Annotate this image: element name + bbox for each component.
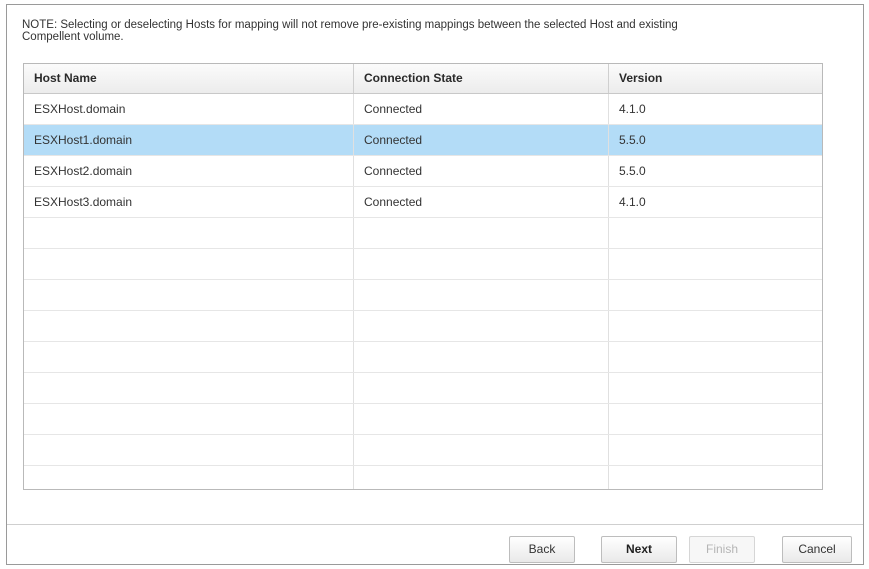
- empty-cell: [609, 404, 822, 434]
- version-cell: 5.5.0: [619, 164, 646, 178]
- host-name-cell: ESXHost3.domain: [24, 187, 354, 217]
- empty-table-row: [24, 373, 822, 404]
- empty-cell: [354, 404, 609, 434]
- back-button[interactable]: Back: [509, 536, 575, 563]
- column-header-connection-state[interactable]: Connection State: [354, 64, 609, 93]
- empty-cell: [24, 280, 354, 310]
- empty-table-row: [24, 249, 822, 280]
- hosts-table: Host Name Connection State Version ESXHo…: [23, 63, 823, 490]
- empty-cell: [24, 249, 354, 279]
- finish-button: Finish: [689, 536, 755, 563]
- empty-cell: [609, 435, 822, 465]
- empty-table-row: [24, 404, 822, 435]
- host-name-cell: ESXHost2.domain: [24, 156, 354, 186]
- table-row[interactable]: ESXHost3.domain Connected 4.1.0: [24, 187, 822, 218]
- empty-table-row: [24, 466, 822, 489]
- empty-cell: [354, 311, 609, 341]
- next-button[interactable]: Next: [601, 536, 677, 563]
- version-cell: 4.1.0: [619, 102, 646, 116]
- empty-table-row: [24, 280, 822, 311]
- host-name-cell: ESXHost.domain: [24, 94, 354, 124]
- connection-state-cell: Connected: [354, 187, 609, 217]
- connection-state-cell: Connected: [354, 94, 609, 124]
- empty-cell: [24, 404, 354, 434]
- version-cell: 5.5.0: [619, 133, 646, 147]
- empty-cell: [354, 435, 609, 465]
- column-header-host-name[interactable]: Host Name: [24, 64, 354, 93]
- empty-cell: [354, 249, 609, 279]
- empty-table-row: [24, 311, 822, 342]
- empty-cell: [609, 373, 822, 403]
- table-row[interactable]: ESXHost1.domain Connected 5.5.0: [24, 125, 822, 156]
- empty-cell: [24, 373, 354, 403]
- empty-table-row: [24, 435, 822, 466]
- cancel-button[interactable]: Cancel: [782, 536, 852, 563]
- empty-cell: [609, 280, 822, 310]
- empty-cell: [354, 342, 609, 372]
- version-cell: 4.1.0: [619, 195, 646, 209]
- empty-cell: [354, 466, 609, 489]
- connection-state-cell: Connected: [354, 125, 609, 155]
- empty-cell: [609, 249, 822, 279]
- connection-state-cell: Connected: [354, 156, 609, 186]
- footer-divider: [7, 524, 863, 525]
- empty-cell: [354, 280, 609, 310]
- mapping-note: NOTE: Selecting or deselecting Hosts for…: [22, 19, 678, 43]
- empty-cell: [609, 218, 822, 248]
- table-header: Host Name Connection State Version: [24, 64, 822, 94]
- empty-cell: [24, 311, 354, 341]
- table-row[interactable]: ESXHost.domain Connected 4.1.0: [24, 94, 822, 125]
- empty-cell: [354, 373, 609, 403]
- wizard-dialog: NOTE: Selecting or deselecting Hosts for…: [6, 4, 864, 565]
- empty-cell: [354, 218, 609, 248]
- empty-cell: [609, 466, 822, 489]
- host-name-cell: ESXHost1.domain: [24, 125, 354, 155]
- empty-cell: [24, 218, 354, 248]
- empty-cell: [24, 466, 354, 489]
- empty-cell: [609, 311, 822, 341]
- table-row[interactable]: ESXHost2.domain Connected 5.5.0: [24, 156, 822, 187]
- empty-cell: [24, 435, 354, 465]
- empty-cell: [609, 342, 822, 372]
- empty-table-row: [24, 342, 822, 373]
- column-header-version[interactable]: Version: [609, 64, 822, 93]
- empty-cell: [24, 342, 354, 372]
- empty-table-row: [24, 218, 822, 249]
- table-body: ESXHost.domain Connected 4.1.0 ESXHost1.dom…: [24, 94, 822, 489]
